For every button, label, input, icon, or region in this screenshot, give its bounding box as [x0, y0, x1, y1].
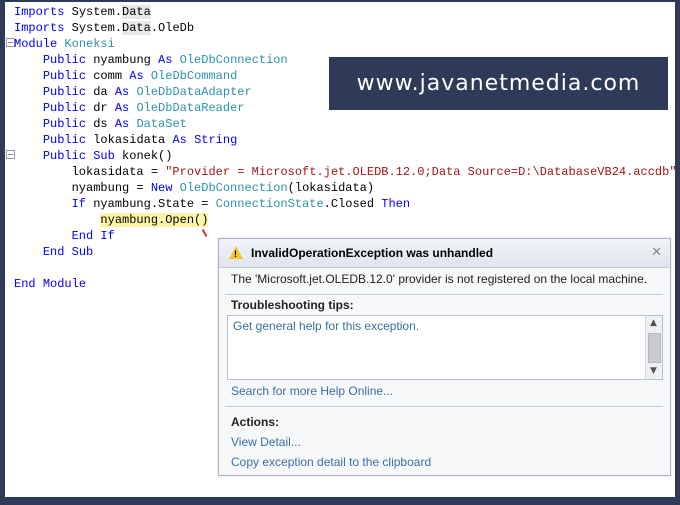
code-line-14[interactable]: nyambung.Open() [14, 212, 209, 228]
code-line-6[interactable]: Public da As OleDbDataAdapter [14, 84, 252, 100]
code-line-7[interactable]: Public dr As OleDbDataReader [14, 100, 245, 116]
scroll-down-icon[interactable]: ▼ [650, 366, 657, 376]
close-icon[interactable]: ✕ [651, 244, 662, 260]
view-detail-link[interactable]: View Detail... [231, 435, 301, 449]
code-line-16[interactable]: End Sub [14, 244, 93, 260]
actions-heading: Actions: [231, 415, 279, 429]
code-line-10[interactable]: Public Sub konek() [14, 148, 173, 164]
tip-link[interactable]: Get general help for this exception. [233, 319, 419, 333]
code-line-8[interactable]: Public ds As DataSet [14, 116, 187, 132]
code-line-2[interactable]: Imports System.Data.OleDb [14, 20, 194, 36]
exception-title: InvalidOperationException was unhandled [251, 246, 494, 260]
code-line-18[interactable]: End Module [14, 276, 86, 292]
watermark-banner: www.javanetmedia.com [329, 57, 668, 110]
troubleshooting-tips-list[interactable]: Get general help for this exception. ▲ ▼ [227, 315, 663, 380]
warning-mark: ! [234, 249, 237, 259]
code-line-13[interactable]: If nyambung.State = ConnectionState.Clos… [14, 196, 410, 212]
code-line-12[interactable]: nyambung = New OleDbConnection(lokasidat… [14, 180, 374, 196]
code-editor[interactable]: − − Imports System.Data Imports System.D… [5, 2, 677, 497]
code-line-3[interactable]: Module Koneksi [14, 36, 115, 52]
divider [225, 406, 663, 407]
code-line-9[interactable]: Public lokasidata As String [14, 132, 237, 148]
exception-message: The 'Microsoft.jet.OLEDB.12.0' provider … [231, 272, 648, 286]
divider [225, 294, 663, 295]
code-line-15[interactable]: End If [14, 228, 115, 244]
troubleshooting-heading: Troubleshooting tips: [231, 298, 354, 312]
code-line-1[interactable]: Imports System.Data [14, 4, 151, 20]
code-line-5[interactable]: Public comm As OleDbCommand [14, 68, 237, 84]
scroll-thumb[interactable] [648, 333, 661, 363]
exception-assistant: ! InvalidOperationException was unhandle… [218, 238, 671, 476]
search-help-link[interactable]: Search for more Help Online... [231, 384, 393, 398]
scroll-up-icon[interactable]: ▲ [650, 318, 657, 328]
code-line-4[interactable]: Public nyambung As OleDbConnection [14, 52, 288, 68]
code-line-11[interactable]: lokasidata = "Provider = Microsoft.jet.O… [14, 164, 677, 180]
exception-header: ! InvalidOperationException was unhandle… [219, 239, 670, 268]
watermark-text: www.javanetmedia.com [356, 71, 641, 96]
scrollbar[interactable]: ▲ ▼ [645, 316, 662, 379]
copy-detail-link[interactable]: Copy exception detail to the clipboard [231, 455, 431, 469]
